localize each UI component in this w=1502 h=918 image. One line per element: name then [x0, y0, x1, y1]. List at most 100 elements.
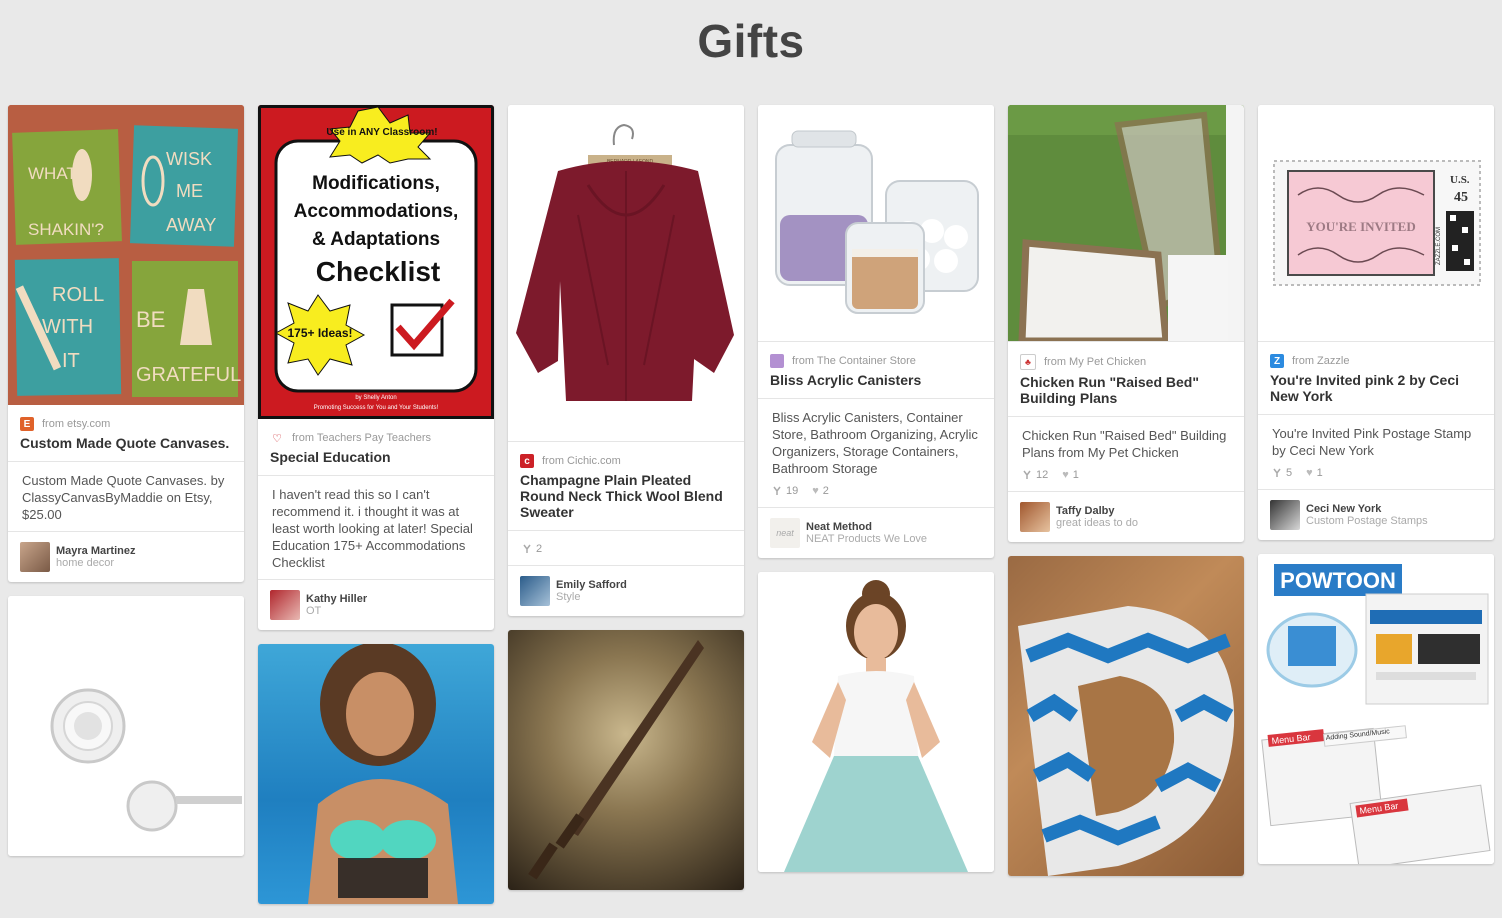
pin-swimwear[interactable] [258, 644, 494, 904]
svg-text:45: 45 [1454, 190, 1468, 205]
board-title: Gifts [697, 15, 805, 67]
outfit-image [784, 580, 968, 872]
pin-image[interactable] [8, 596, 244, 856]
pin-powtoon[interactable]: POWTOON Menu Bar Adding Sound/Music Menu… [1258, 554, 1494, 864]
pin-sweater[interactable]: BERNARD LAFOND c from Cichic.com Champag… [508, 105, 744, 616]
pin-image[interactable] [1008, 556, 1244, 876]
checklist-poster-image: Use in ANY Classroom! Modifications, Acc… [258, 105, 494, 419]
repin-count[interactable]: 5 [1272, 467, 1292, 479]
pin-chicken-run[interactable]: ♣ from My Pet Chicken Chicken Run "Raise… [1008, 105, 1244, 542]
swimwear-image [308, 644, 458, 904]
repin-count[interactable]: 19 [772, 485, 798, 497]
pin-postage-stamp[interactable]: YOU'RE INVITED U.S. 45 ZAZZLE.COM Z from… [1258, 105, 1494, 540]
pin-description: Bliss Acrylic Canisters, Container Store… [772, 410, 978, 476]
svg-text:POWTOON: POWTOON [1280, 568, 1396, 593]
pin-source[interactable]: E from etsy.com [8, 405, 244, 431]
pinner-credit[interactable]: Ceci New York Custom Postage Stamps [1258, 490, 1494, 540]
svg-text:Use in ANY Classroom!: Use in ANY Classroom! [326, 127, 437, 138]
pin-acrylic-canisters[interactable]: from The Container Store Bliss Acrylic C… [758, 105, 994, 558]
pin-image[interactable] [758, 572, 994, 872]
repin-icon [1023, 470, 1031, 479]
chicken-run-image [1008, 105, 1244, 341]
svg-text:IT: IT [62, 350, 80, 372]
like-count[interactable]: ♥ 1 [1062, 469, 1079, 481]
pinner-credit[interactable]: Emily Safford Style [508, 566, 744, 616]
pin-image[interactable]: YOU'RE INVITED U.S. 45 ZAZZLE.COM [1258, 105, 1494, 341]
pin-special-education[interactable]: Use in ANY Classroom! Modifications, Acc… [258, 105, 494, 630]
pinner-credit[interactable]: Taffy Dalby great ideas to do [1008, 492, 1244, 542]
pin-column-2: Use in ANY Classroom! Modifications, Acc… [258, 105, 494, 918]
heart-icon: ♥ [1306, 467, 1313, 479]
earrings-image [50, 688, 242, 832]
svg-text:U.S.: U.S. [1450, 174, 1470, 186]
pin-chevron-letter[interactable] [1008, 556, 1244, 876]
pin-earrings[interactable] [8, 596, 244, 856]
svg-text:WITH: WITH [42, 316, 93, 338]
pin-image[interactable] [258, 644, 494, 904]
like-count[interactable]: ♥ 1 [1306, 467, 1323, 479]
pin-stats: 12 ♥ 1 [1008, 469, 1244, 491]
pinner-credit[interactable]: Kathy Hiller OT [258, 580, 494, 630]
svg-text:GRATEFUL: GRATEFUL [136, 364, 241, 386]
pin-description: You're Invited Pink Postage Stamp by Cec… [1272, 426, 1472, 458]
pinner-credit[interactable]: Mayra Martinez home decor [8, 532, 244, 582]
pin-source[interactable]: from The Container Store [758, 342, 994, 368]
svg-text:Checklist: Checklist [316, 256, 441, 287]
pin-source[interactable]: Z from Zazzle [1258, 342, 1494, 368]
pin-image[interactable] [758, 105, 994, 341]
repin-count[interactable]: 2 [522, 543, 542, 555]
svg-text:ROLL: ROLL [52, 284, 104, 306]
pin-skirt-outfit[interactable] [758, 572, 994, 872]
pin-image[interactable]: Use in ANY Classroom! Modifications, Acc… [258, 105, 494, 419]
pin-description: Chicken Run "Raised Bed" Building Plans … [1022, 428, 1227, 460]
pin-stats: 19 ♥ 2 [758, 485, 994, 507]
cichic-icon: c [520, 454, 534, 468]
pin-column-4: from The Container Store Bliss Acrylic C… [758, 105, 994, 886]
zazzle-icon: Z [1270, 354, 1284, 368]
canisters-image [775, 130, 979, 314]
heart-icon: ♥ [812, 485, 819, 497]
svg-text:Promoting Success for You and: Promoting Success for You and Your Stude… [314, 405, 439, 411]
pin-image[interactable]: WHAT'S SHAKIN'? WISK ME AWAY ROLL WITH I… [8, 105, 244, 405]
pin-quote-canvases[interactable]: WHAT'S SHAKIN'? WISK ME AWAY ROLL WITH I… [8, 105, 244, 582]
pin-stats: 2 [508, 531, 744, 565]
pin-title: Champagne Plain Pleated Round Neck Thick… [520, 472, 723, 520]
pin-image[interactable] [508, 630, 744, 890]
powtoon-image: POWTOON Menu Bar Adding Sound/Music Menu… [1261, 564, 1491, 864]
container-store-icon [770, 354, 784, 368]
pin-source[interactable]: ♡ from Teachers Pay Teachers [258, 419, 494, 445]
tpt-apple-icon: ♡ [270, 431, 284, 445]
svg-text:ZAZZLE.COM: ZAZZLE.COM [1436, 227, 1442, 265]
pin-column-5: ♣ from My Pet Chicken Chicken Run "Raise… [1008, 105, 1244, 890]
repin-count[interactable]: 12 [1022, 469, 1048, 481]
svg-text:Accommodations,: Accommodations, [294, 201, 459, 222]
pinner-credit[interactable]: neat Neat Method NEAT Products We Love [758, 508, 994, 558]
sweater-image: BERNARD LAFOND [516, 123, 734, 401]
pin-stats: 5 ♥ 1 [1258, 467, 1494, 489]
repin-icon [773, 486, 781, 495]
like-count[interactable]: ♥ 2 [812, 485, 829, 497]
svg-text:YOU'RE INVITED: YOU'RE INVITED [1306, 219, 1415, 234]
pin-column-6: YOU'RE INVITED U.S. 45 ZAZZLE.COM Z from… [1258, 105, 1494, 878]
pin-sword[interactable] [508, 630, 744, 890]
svg-text:ME: ME [176, 181, 203, 201]
repin-icon [1273, 468, 1281, 477]
canvas-text-1: WHAT'S [28, 164, 91, 183]
letter-d-image [1018, 606, 1235, 876]
pin-title: Bliss Acrylic Canisters [770, 372, 922, 388]
svg-text:AWAY: AWAY [166, 215, 216, 235]
repin-icon [523, 544, 531, 553]
pin-source[interactable]: ♣ from My Pet Chicken [1008, 342, 1244, 370]
pin-source[interactable]: c from Cichic.com [508, 442, 744, 468]
heart-icon: ♥ [1062, 469, 1069, 481]
sword-image [528, 640, 704, 880]
avatar [20, 542, 50, 572]
svg-text:& Adaptations: & Adaptations [312, 229, 440, 250]
pin-column-3: BERNARD LAFOND c from Cichic.com Champag… [508, 105, 744, 904]
svg-text:by Shelly Anton: by Shelly Anton [355, 395, 396, 401]
pin-image[interactable]: POWTOON Menu Bar Adding Sound/Music Menu… [1258, 554, 1494, 864]
avatar [520, 576, 550, 606]
stamp-image: YOU'RE INVITED U.S. 45 ZAZZLE.COM [1273, 160, 1481, 286]
pin-image[interactable]: BERNARD LAFOND [508, 105, 744, 441]
pin-image[interactable] [1008, 105, 1244, 341]
